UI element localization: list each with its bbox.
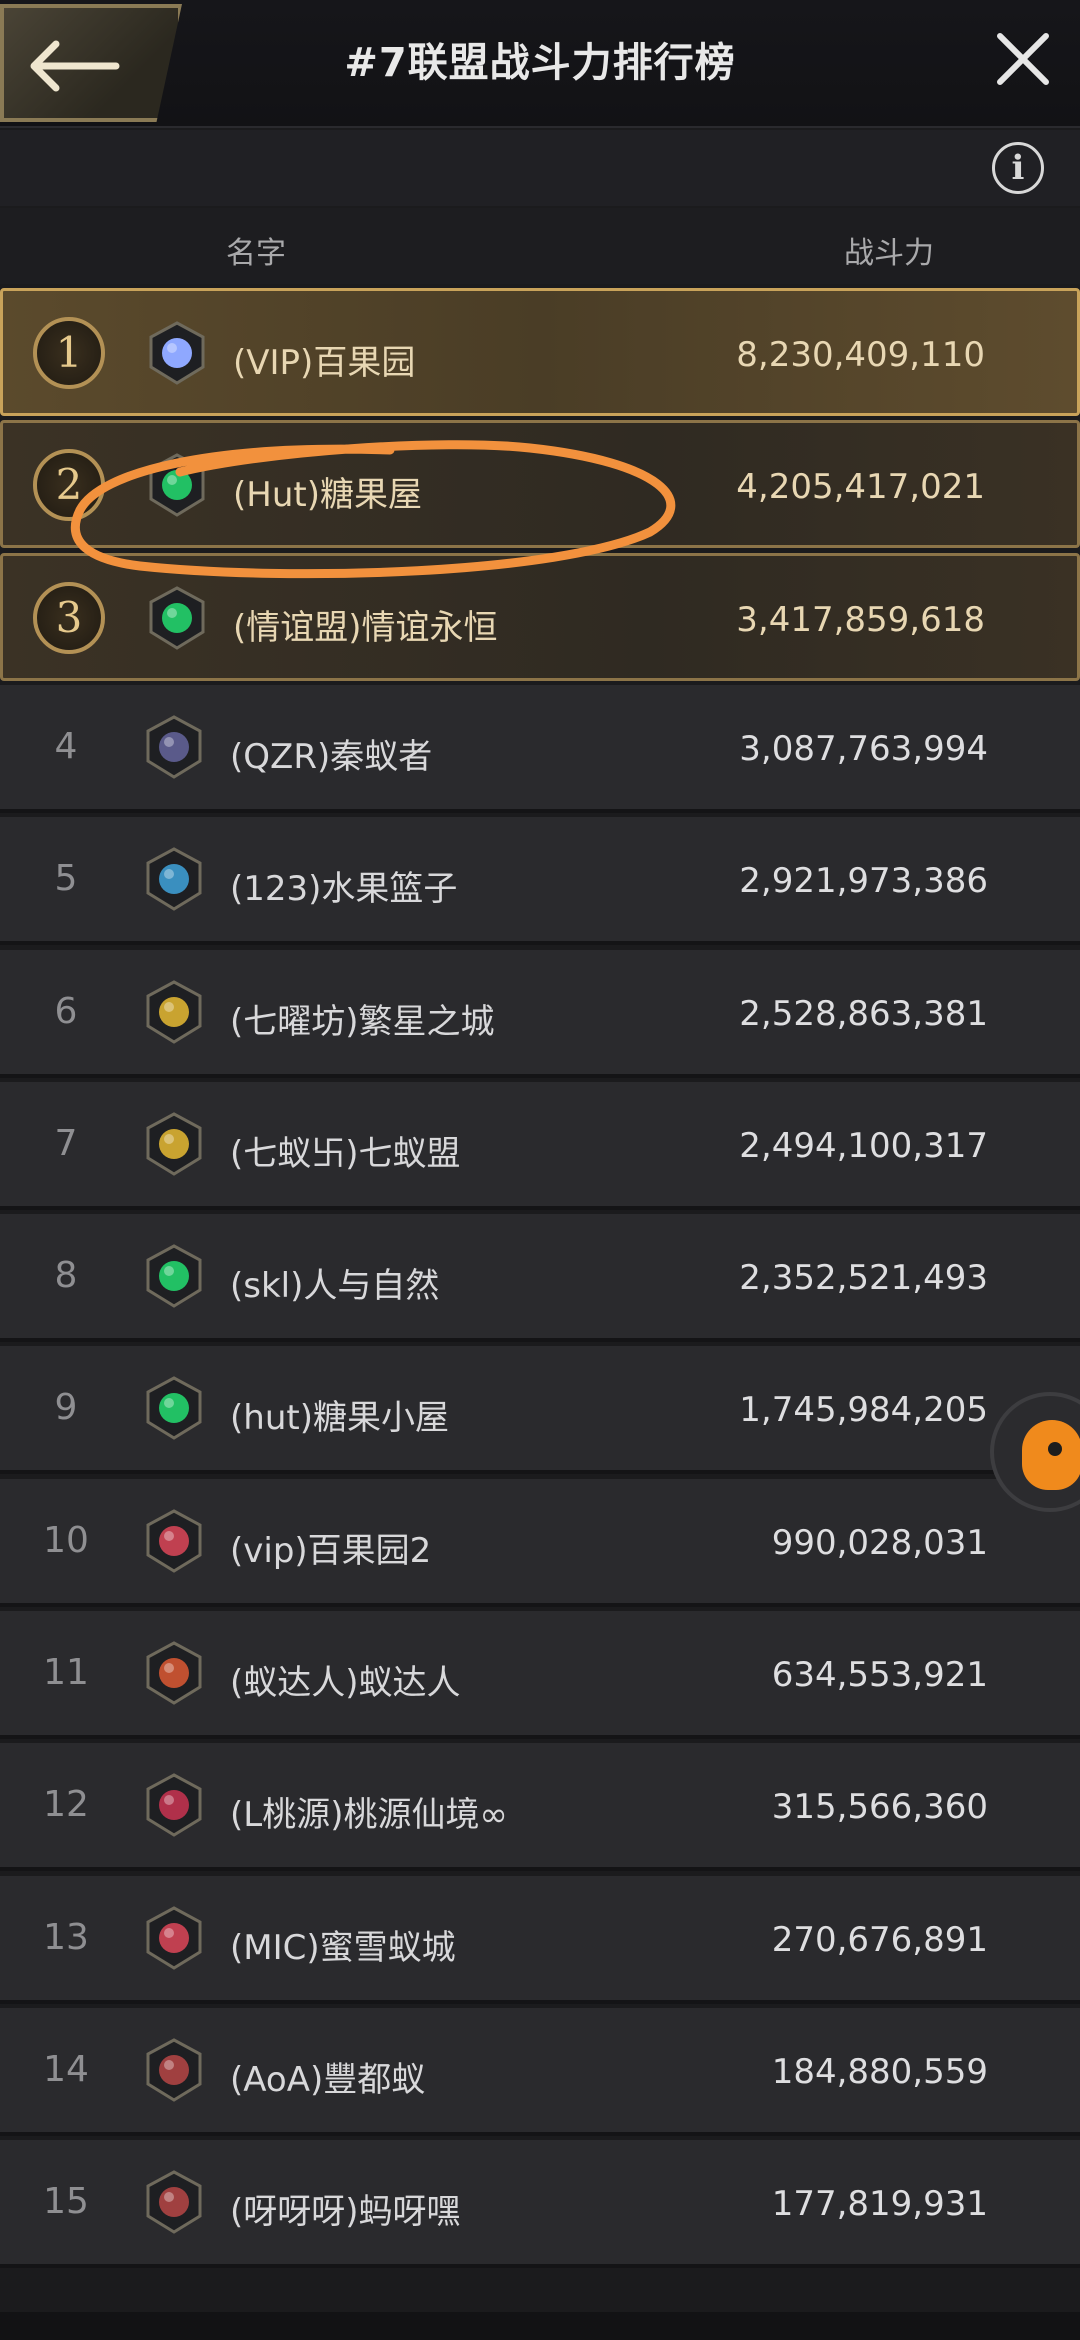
ranking-row[interactable]: 13 (MIC)蜜雪蚁城 270,676,891 xyxy=(0,1876,1080,2004)
alliance-name: (蚁达人)蚁达人 xyxy=(230,1663,461,1703)
rank-medal: 1 xyxy=(33,317,105,389)
column-name-label: 名字 xyxy=(226,236,286,271)
power-value: 2,352,521,493 xyxy=(739,1258,988,1298)
power-value: 184,880,559 xyxy=(771,2052,988,2092)
ranking-row[interactable]: 6 (七曜坊)繁星之城 2,528,863,381 xyxy=(0,950,1080,1078)
close-button[interactable] xyxy=(994,30,1052,88)
rank-medal: 3 xyxy=(33,582,105,654)
top-bar: #7联盟战斗力排行榜 xyxy=(0,0,1080,128)
alliance-name: (skl)人与自然 xyxy=(230,1266,440,1306)
alliance-name: (VIP)百果园 xyxy=(233,343,416,383)
rank-number: 9 xyxy=(54,1387,78,1428)
alliance-name: (QZR)秦蚁者 xyxy=(230,737,433,777)
alliance-name: (情谊盟)情谊永恒 xyxy=(233,608,498,648)
mascot-eye xyxy=(1048,1442,1062,1456)
ranking-row[interactable]: 15 (呀呀呀)蚂呀嘿 177,819,931 xyxy=(0,2140,1080,2268)
ranking-row[interactable]: 5 (123)水果篮子 2,921,973,386 xyxy=(0,817,1080,945)
power-value: 2,494,100,317 xyxy=(739,1126,988,1166)
rank-number: 13 xyxy=(43,1917,89,1958)
column-power-label: 战斗力 xyxy=(844,236,934,271)
power-value: 990,028,031 xyxy=(771,1523,988,1563)
power-value: 3,417,859,618 xyxy=(736,600,985,640)
gold-orb-crest-icon xyxy=(146,1112,202,1176)
rank-number: 11 xyxy=(43,1652,89,1693)
clover-crest-icon xyxy=(149,586,205,650)
hand-drawn-highlight xyxy=(70,440,676,579)
rank-number: 7 xyxy=(54,1123,78,1164)
rank-number: 4 xyxy=(54,726,78,767)
alliance-name: (MIC)蜜雪蚁城 xyxy=(230,1928,456,1968)
red-shield-crest-icon xyxy=(146,2170,202,2234)
info-bar: i xyxy=(0,130,1080,206)
ranking-row[interactable]: 11 (蚁达人)蚁达人 634,553,921 xyxy=(0,1611,1080,1739)
ranking-row[interactable]: 14 (AoA)豐都蚁 184,880,559 xyxy=(0,2008,1080,2136)
knight-crest-icon xyxy=(146,1906,202,1970)
clover-crest-icon xyxy=(146,1244,202,1308)
red-shield-crest-icon xyxy=(146,2038,202,2102)
power-value: 634,553,921 xyxy=(771,1655,988,1695)
dark-shard-crest-icon xyxy=(146,715,202,779)
bottom-bar xyxy=(0,2312,1080,2340)
ranking-row[interactable]: 8 (skl)人与自然 2,352,521,493 xyxy=(0,1214,1080,1342)
ranking-row[interactable]: 12 (L桃源)桃源仙境∞ 315,566,360 xyxy=(0,1743,1080,1871)
rank-number: 12 xyxy=(43,1784,89,1825)
alliance-name: (vip)百果园2 xyxy=(230,1531,432,1571)
page-title: #7联盟战斗力排行榜 xyxy=(344,40,736,86)
clover-crest-icon xyxy=(146,1376,202,1440)
power-value: 3,087,763,994 xyxy=(739,729,988,769)
ranking-row[interactable]: 9 (hut)糖果小屋 1,745,984,205 xyxy=(0,1346,1080,1474)
alliance-name: (呀呀呀)蚂呀嘿 xyxy=(230,2192,461,2232)
close-icon xyxy=(997,33,1049,85)
power-value: 177,819,931 xyxy=(771,2184,988,2224)
alliance-name: (七曜坊)繁星之城 xyxy=(230,1002,495,1042)
gold-orb-crest-icon xyxy=(146,980,202,1044)
power-value: 4,205,417,021 xyxy=(736,467,985,507)
power-value: 315,566,360 xyxy=(771,1787,988,1827)
rank-number: 8 xyxy=(54,1255,78,1296)
rank-number: 6 xyxy=(54,991,78,1032)
diamond-crest-icon xyxy=(149,321,205,385)
alliance-name: (L桃源)桃源仙境∞ xyxy=(230,1795,508,1835)
knight-crest-icon xyxy=(146,1509,202,1573)
ranking-row[interactable]: 4 (QZR)秦蚁者 3,087,763,994 xyxy=(0,685,1080,813)
power-value: 2,528,863,381 xyxy=(739,994,988,1034)
column-header: 名字 战斗力 xyxy=(0,208,1080,284)
alliance-name: (123)水果篮子 xyxy=(230,869,458,909)
rank-number: 10 xyxy=(43,1520,89,1561)
rank-number: 5 xyxy=(54,858,78,899)
info-icon[interactable]: i xyxy=(992,142,1044,194)
power-value: 2,921,973,386 xyxy=(739,861,988,901)
red-v-crest-icon xyxy=(146,1641,202,1705)
power-value: 270,676,891 xyxy=(771,1920,988,1960)
ranking-row[interactable]: 1 (VIP)百果园 8,230,409,110 xyxy=(0,288,1080,416)
rank-number: 15 xyxy=(43,2181,89,2222)
alliance-name: (AoA)豐都蚁 xyxy=(230,2060,426,2100)
ranking-row[interactable]: 10 (vip)百果园2 990,028,031 xyxy=(0,1479,1080,1607)
blue-rider-crest-icon xyxy=(146,847,202,911)
red-spiral-crest-icon xyxy=(146,1773,202,1837)
power-value: 8,230,409,110 xyxy=(736,335,985,375)
ranking-row[interactable]: 7 (七蚁卐)七蚁盟 2,494,100,317 xyxy=(0,1082,1080,1210)
power-value: 1,745,984,205 xyxy=(739,1390,988,1430)
rank-number: 14 xyxy=(43,2049,89,2090)
alliance-name: (七蚁卐)七蚁盟 xyxy=(230,1134,461,1174)
alliance-name: (hut)糖果小屋 xyxy=(230,1398,449,1438)
